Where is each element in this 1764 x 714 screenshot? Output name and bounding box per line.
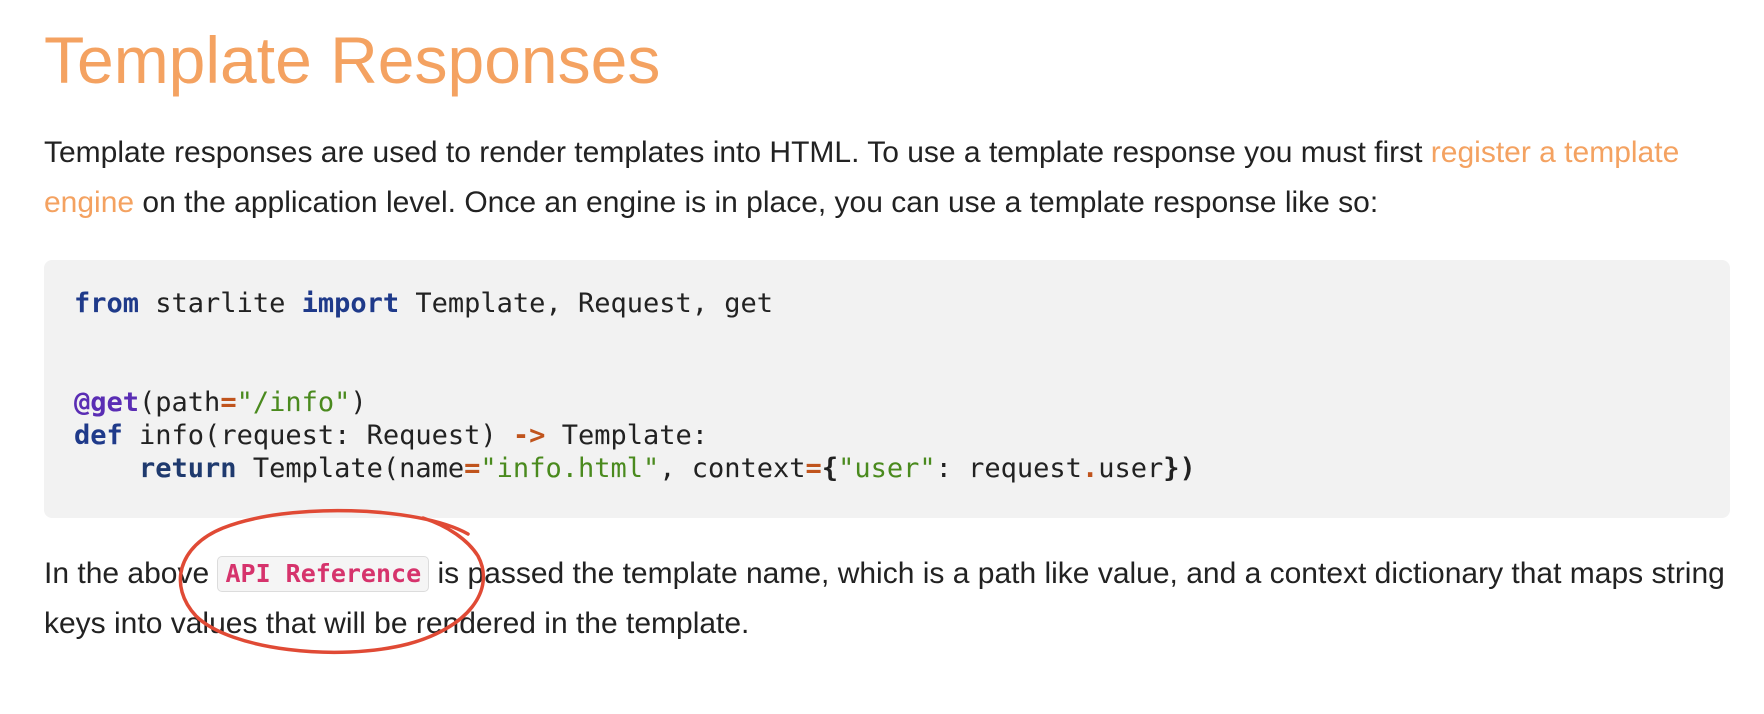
decorator: @get — [74, 387, 140, 418]
return-type: Template: — [545, 420, 708, 451]
operator-dot: . — [1081, 453, 1099, 484]
code-line-def: def info(request: Request) -> Template: — [74, 420, 708, 451]
outro-paragraph: In the above API Reference is passed the… — [44, 549, 1734, 649]
intro-text: Template responses are used to render te… — [44, 136, 1431, 169]
code-line-return: return Template(name="info.html", contex… — [74, 453, 1196, 484]
brace-open: { — [821, 453, 839, 484]
page-title: Template Responses — [44, 23, 661, 97]
operator-equals: = — [805, 453, 822, 484]
context-value: : request — [935, 453, 1082, 484]
imported-names: Template, Request, get — [399, 288, 774, 319]
brace-close: }) — [1163, 453, 1196, 484]
operator-equals: = — [220, 387, 237, 418]
keyword-return: return — [139, 453, 237, 484]
decorator-args-close: ) — [350, 387, 367, 418]
keyword-def: def — [74, 420, 123, 451]
template-call-open: Template(name — [236, 453, 465, 484]
code-line-decorator: @get(path="/info") — [74, 387, 367, 418]
decorator-args-open: (path — [139, 387, 221, 418]
path-string: "/info" — [236, 387, 351, 418]
code-block[interactable]: from starlite import Template, Request, … — [44, 260, 1730, 518]
template-name-string: "info.html" — [480, 453, 660, 484]
function-signature: info(request: Request) — [122, 420, 513, 451]
attribute-user: user — [1098, 453, 1164, 484]
user-key-string: "user" — [838, 453, 936, 484]
module-name: starlite — [139, 288, 302, 319]
operator-equals: = — [464, 453, 481, 484]
api-reference-code[interactable]: API Reference — [217, 556, 430, 592]
operator-arrow: -> — [512, 420, 546, 451]
intro-text-continued: on the application level. Once an engine… — [134, 186, 1379, 219]
keyword-from: from — [74, 288, 140, 319]
context-arg: , context — [659, 453, 806, 484]
outro-text: In the above — [44, 557, 218, 590]
code-line-import: from starlite import Template, Request, … — [74, 288, 773, 319]
intro-paragraph: Template responses are used to render te… — [44, 128, 1734, 228]
code-content: from starlite import Template, Request, … — [74, 287, 1730, 485]
keyword-import: import — [301, 288, 400, 319]
